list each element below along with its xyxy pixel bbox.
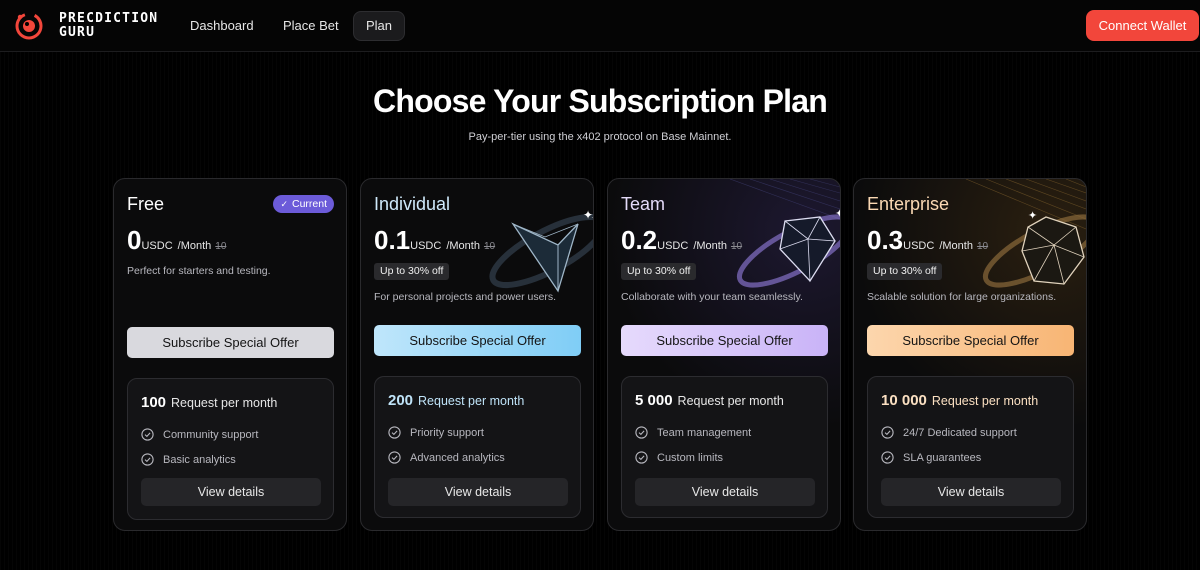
subscribe-button[interactable]: Subscribe Special Offer	[867, 325, 1074, 356]
check-circle-icon	[141, 453, 154, 466]
brand-name: PRECDICTION GURU	[59, 11, 159, 40]
svg-text:✦: ✦	[591, 213, 593, 224]
top-nav: PRECDICTION GURU Dashboard Place Bet Plan…	[0, 0, 1200, 52]
price-currency: USDC	[410, 240, 442, 252]
plan-name: Individual	[374, 194, 451, 214]
view-details-button[interactable]: View details	[141, 478, 321, 506]
price-value: 0.3	[867, 225, 904, 255]
feature-item: 24/7 Dedicated support	[881, 426, 1017, 439]
nav-dashboard[interactable]: Dashboard	[178, 11, 266, 41]
request-count: 10 000	[881, 392, 927, 409]
feature-item: Basic analytics	[141, 453, 236, 466]
plan-description: For personal projects and power users.	[374, 291, 557, 303]
check-circle-icon	[388, 451, 401, 464]
feature-label: Community support	[163, 429, 259, 441]
request-quota: 5 000 Request per month	[635, 392, 784, 410]
plan-name: Team	[621, 194, 666, 214]
price-value: 0	[127, 225, 142, 255]
page-subtitle: Pay-per-tier using the x402 protocol on …	[468, 131, 732, 143]
price-period: /Month	[177, 240, 212, 252]
svg-text:✦: ✦	[835, 208, 840, 220]
request-count: 5 000	[635, 392, 673, 409]
badge-label: Current	[291, 198, 327, 210]
price-period: /Month	[693, 240, 727, 252]
features-panel: 10 000 Request per month 24/7 Dedicated s…	[867, 376, 1074, 518]
feature-label: Team management	[657, 427, 752, 439]
old-price: 10	[215, 241, 227, 252]
features-panel: 100 Request per month Community support B…	[127, 378, 334, 520]
logo-icon	[15, 12, 43, 40]
request-count: 100	[141, 394, 167, 411]
feature-item: Advanced analytics	[388, 451, 505, 464]
nav-plan[interactable]: Plan	[353, 11, 406, 41]
request-label: Request per month	[171, 396, 278, 410]
check-circle-icon	[881, 426, 894, 439]
plan-description: Scalable solution for large organization…	[867, 291, 1057, 303]
price-currency: USDC	[141, 240, 173, 252]
price-row: 0USDC/Month 10	[127, 225, 226, 256]
current-badge: ✓ Current	[273, 195, 334, 213]
plan-card-individual: ✦ ✦ Individual 0.1USDC/Month10 Up to 30%…	[360, 178, 594, 531]
feature-item: Custom limits	[635, 451, 723, 464]
plan-name: Enterprise	[867, 194, 950, 214]
feature-item: SLA guarantees	[881, 451, 981, 464]
view-details-button[interactable]: View details	[388, 478, 568, 506]
feature-label: SLA guarantees	[903, 452, 982, 464]
price-row: 0.2USDC/Month 10	[621, 225, 742, 256]
feature-item: Priority support	[388, 426, 484, 439]
price-row: 0.1USDC/Month 10	[374, 225, 495, 256]
plan-card-free: Free ✓ Current 0USDC/Month 10 Perfect for …	[113, 178, 347, 531]
feature-label: 24/7 Dedicated support	[903, 427, 1017, 439]
connect-wallet-button[interactable]: Connect Wallet	[1086, 10, 1199, 41]
old-price: 10	[730, 241, 743, 252]
svg-text:✦: ✦	[1028, 210, 1037, 222]
check-circle-icon	[635, 451, 648, 464]
feature-label: Advanced analytics	[410, 452, 505, 464]
nav-place-bet[interactable]: Place Bet	[271, 11, 351, 41]
check-circle-icon	[881, 451, 894, 464]
old-price: 10	[483, 241, 496, 252]
discount-badge: Up to 30% off	[867, 263, 943, 280]
price-period: /Month	[446, 240, 480, 252]
features-panel: 200 Request per month Priority support Ad…	[374, 376, 581, 518]
feature-label: Basic analytics	[163, 454, 236, 466]
check-circle-icon	[141, 428, 154, 441]
check-circle-icon	[635, 426, 648, 439]
view-details-button[interactable]: View details	[881, 478, 1061, 506]
plan-description: Perfect for starters and testing.	[127, 265, 271, 277]
svg-text:✦: ✦	[583, 208, 593, 222]
plan-card-team: ✦ Team 0.2USDC/Month10 Up to 30% off Col…	[607, 178, 841, 531]
features-panel: 5 000 Request per month Team management C…	[621, 376, 828, 518]
check-circle-icon	[388, 426, 401, 439]
price-row: 0.3USDC/Month 10	[867, 225, 988, 256]
plan-description: Collaborate with your team seamlessly.	[621, 291, 803, 303]
price-value: 0.1	[374, 225, 411, 255]
discount-badge: Up to 30% off	[374, 263, 450, 280]
price-currency: USDC	[657, 240, 689, 252]
request-quota: 10 000 Request per month	[881, 392, 1038, 410]
subscribe-button[interactable]: Subscribe Special Offer	[621, 325, 828, 356]
feature-item: Team management	[635, 426, 751, 439]
discount-badge: Up to 30% off	[621, 263, 697, 280]
plan-card-enterprise: ✦ Enterprise 0.3USDC/Month 10 Up to 30% o…	[853, 178, 1087, 531]
plan-name: Free	[127, 194, 165, 214]
subscribe-button[interactable]: Subscribe Special Offer	[374, 325, 581, 356]
request-label: Request per month	[418, 394, 525, 408]
request-quota: 200 Request per month	[388, 392, 524, 410]
view-details-button[interactable]: View details	[635, 478, 815, 506]
price-currency: USDC	[903, 240, 935, 252]
request-label: Request per month	[931, 394, 1039, 408]
check-circle-icon: ✓	[280, 199, 288, 209]
page-title: Choose Your Subscription Plan	[373, 83, 828, 119]
request-label: Request per month	[677, 394, 784, 408]
price-period: /Month	[939, 240, 973, 252]
feature-item: Community support	[141, 428, 258, 441]
request-count: 200	[388, 392, 414, 409]
feature-label: Custom limits	[657, 452, 724, 464]
subscribe-button[interactable]: Subscribe Special Offer	[127, 327, 334, 358]
price-value: 0.2	[621, 225, 658, 255]
old-price: 10	[976, 241, 989, 252]
feature-label: Priority support	[410, 427, 484, 439]
request-quota: 100 Request per month	[141, 394, 277, 412]
